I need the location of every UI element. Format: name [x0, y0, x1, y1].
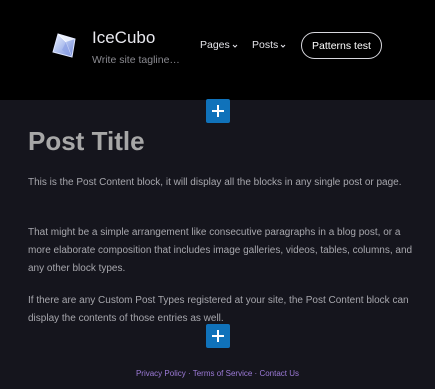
post-paragraph[interactable]: This is the Post Content block, it will … — [28, 174, 413, 192]
chevron-down-icon — [280, 44, 286, 48]
site-tagline[interactable]: Write site tagline… — [92, 53, 180, 67]
plus-icon — [212, 330, 224, 342]
patterns-test-button[interactable]: Patterns test — [301, 32, 382, 59]
nav-item-posts[interactable]: Posts — [252, 38, 286, 52]
post-paragraph[interactable]: If there are any Custom Post Types regis… — [28, 292, 413, 328]
footer-link-contact-us[interactable]: Contact Us — [259, 369, 299, 378]
footer-separator: · — [254, 369, 258, 378]
site-header: IceCubo Write site tagline… Pages Posts … — [0, 0, 435, 100]
footer-link-privacy-policy[interactable]: Privacy Policy — [136, 369, 186, 378]
site-footer: Privacy Policy · Terms of Service · Cont… — [0, 368, 435, 380]
nav-item-label: Pages — [200, 39, 230, 51]
chevron-down-icon — [232, 44, 238, 48]
footer-separator: · — [187, 369, 191, 378]
plus-icon — [212, 105, 224, 117]
nav-item-label: Posts — [252, 39, 279, 51]
site-title[interactable]: IceCubo — [92, 28, 155, 48]
block-inserter-button[interactable] — [206, 324, 230, 348]
block-inserter-button[interactable] — [206, 99, 230, 123]
post-title[interactable]: Post Title — [28, 126, 145, 156]
footer-link-terms-of-service[interactable]: Terms of Service — [193, 369, 253, 378]
ice-cube-icon[interactable] — [48, 30, 80, 62]
post-paragraph[interactable]: That might be a simple arrangement like … — [28, 224, 413, 278]
nav-item-pages[interactable]: Pages — [200, 38, 238, 52]
